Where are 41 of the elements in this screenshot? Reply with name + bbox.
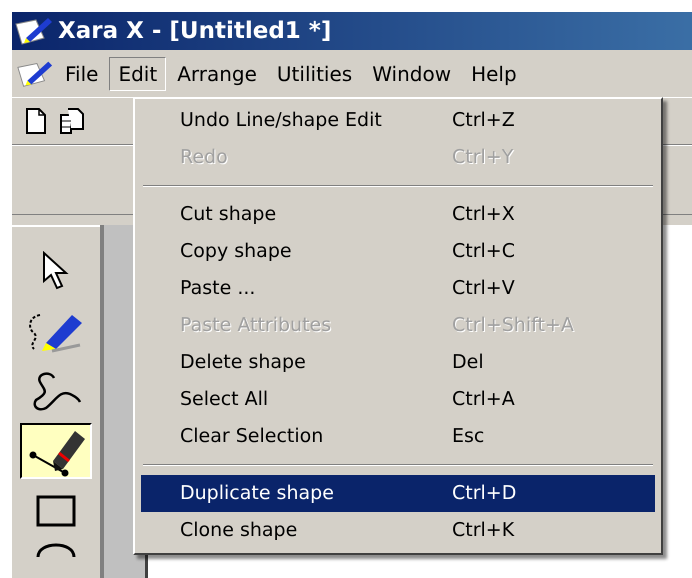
shortcut-label: Ctrl+D xyxy=(452,481,516,506)
menu-bar-item[interactable]: File xyxy=(56,56,108,90)
window-title: Xara X - [Untitled1 *] xyxy=(58,16,332,46)
menu-item-label: Paste ... xyxy=(180,276,256,302)
menu-bar-item[interactable]: Arrange xyxy=(168,56,266,90)
menu-bar-item[interactable]: Window xyxy=(363,56,460,90)
menu-item-label: Copy shape xyxy=(180,239,293,264)
menu-item[interactable]: Cut shape Ctrl+X xyxy=(141,196,655,233)
menu-item-label: Clear Selection xyxy=(180,424,324,450)
menu-item-label: Delete shape xyxy=(180,350,307,376)
shortcut-label: Ctrl+Z xyxy=(452,108,515,134)
shortcut-label: Ctrl+C xyxy=(452,239,515,264)
document-logo-icon xyxy=(16,58,54,88)
menu-item-label: Cut shape xyxy=(180,202,278,228)
tool-button[interactable] xyxy=(20,423,92,479)
shortcut-label: Ctrl+X xyxy=(452,202,515,228)
shortcut-label: Ctrl+K xyxy=(452,518,514,544)
documents-icon[interactable] xyxy=(60,107,84,135)
shortcut-label: Ctrl+A xyxy=(452,387,515,412)
app-logo-icon xyxy=(14,16,54,46)
new-document-icon[interactable] xyxy=(26,108,46,134)
shortcut-label: Del xyxy=(452,350,484,376)
rectangle-icon xyxy=(36,495,76,527)
menu-item[interactable]: Delete shape Del xyxy=(141,344,655,381)
shortcut-label: Ctrl+V xyxy=(452,276,515,302)
menu-item[interactable]: Copy shape Ctrl+C xyxy=(141,233,655,270)
menu-item[interactable]: Clear Selection Esc xyxy=(141,418,655,455)
menu-item[interactable]: Undo Line/shape Edit Ctrl+Z xyxy=(141,102,655,139)
menu-item[interactable]: Select All Ctrl+A xyxy=(141,381,655,418)
menu-bar-item[interactable]: Edit xyxy=(109,56,166,90)
menu-item-label: Clone shape xyxy=(180,518,298,544)
pointer-arrow-icon xyxy=(41,251,71,291)
menu-item-label: Undo Line/shape Edit xyxy=(180,108,383,134)
menu-item-label: Select All xyxy=(180,387,270,412)
menu-item[interactable]: Paste ... Ctrl+V xyxy=(141,270,655,307)
menu-bar-item[interactable]: Help xyxy=(462,56,526,90)
menu-bar-item[interactable]: Utilities xyxy=(268,56,362,90)
shortcut-label: Esc xyxy=(452,424,484,450)
menu-item-label: Duplicate shape xyxy=(180,481,335,506)
menu-item[interactable]: Duplicate shape Ctrl+D xyxy=(141,475,655,512)
menu-item[interactable]: Clone shape Ctrl+K xyxy=(141,512,655,549)
